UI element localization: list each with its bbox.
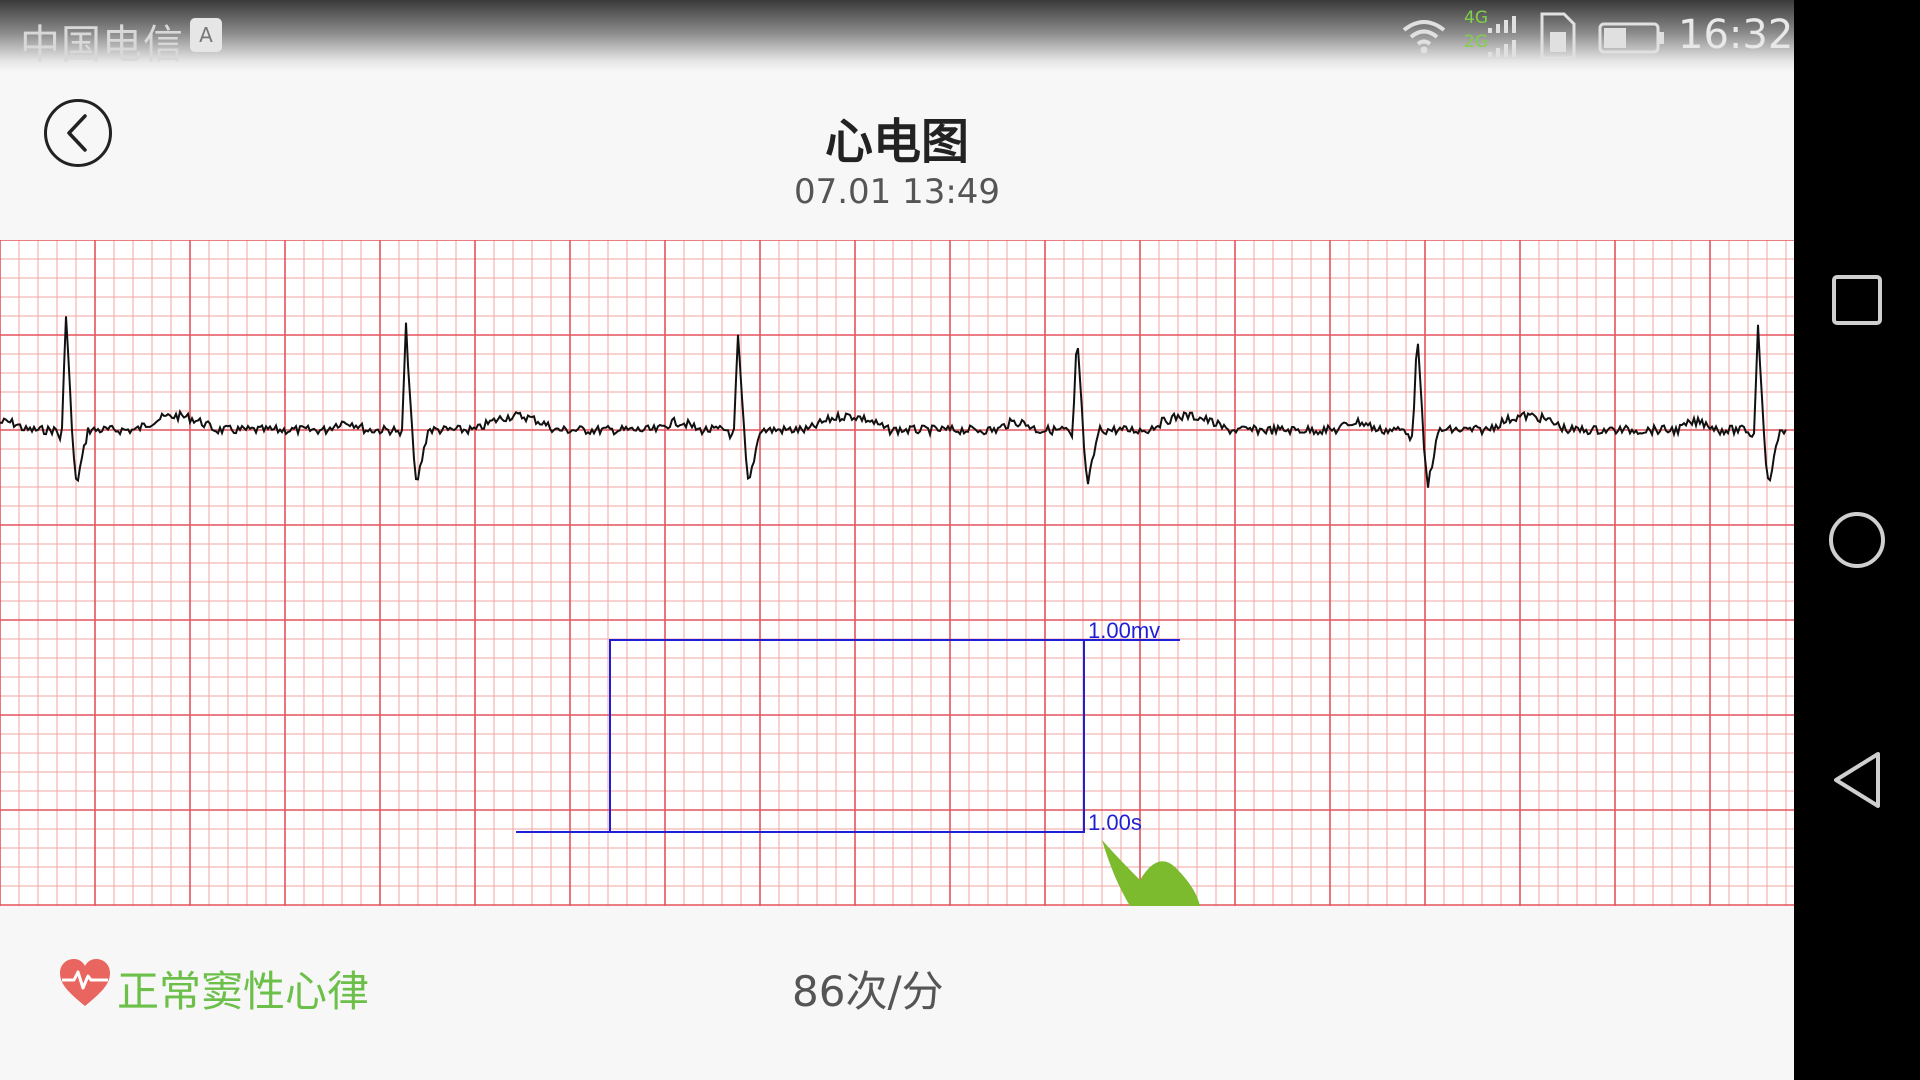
battery-icon: [1598, 22, 1664, 54]
ecg-grid-major: [0, 239, 1794, 906]
record-datetime: 07.01 13:49: [793, 172, 1001, 212]
system-nav-bar: [1794, 0, 1920, 1080]
heart-ecg-icon: [60, 959, 110, 1006]
home-circle-icon: [1829, 512, 1885, 568]
ecg-grid-minor: [0, 240, 1794, 906]
status-time: 16:32: [1678, 12, 1794, 58]
page-header: 心电图 07.01 13:49: [0, 72, 1794, 240]
wifi-icon: [1402, 20, 1446, 54]
ecg-svg: 1.00mv 1.00s: [0, 239, 1794, 906]
network-2g-label: 2G: [1464, 32, 1488, 52]
calibration-time-label: 1.00s: [1088, 810, 1142, 835]
back-triangle-icon: [1834, 752, 1880, 808]
keyboard-badge: A: [190, 18, 222, 52]
result-footer: 正常窦性心律 86次/分: [0, 906, 1794, 1080]
recents-square-icon: [1832, 275, 1882, 325]
home-button[interactable]: [1794, 490, 1920, 590]
nav-back-button[interactable]: [1794, 730, 1920, 830]
network-4g-label: 4G: [1464, 8, 1488, 28]
signal-icon: [1488, 16, 1516, 57]
ecg-chart: 1.00mv 1.00s: [0, 239, 1794, 906]
pointer-hand-icon: [1102, 840, 1200, 906]
carrier-name: 中国电信: [20, 22, 184, 68]
sim-card-icon: [1540, 12, 1576, 60]
heart-rate-value: 86次/分: [792, 967, 944, 1016]
rhythm-result: 正常窦性心律: [117, 967, 370, 1016]
calibration-box: 1.00mv 1.00s: [516, 618, 1180, 835]
calibration-voltage-label: 1.00mv: [1088, 618, 1160, 643]
status-bar: 中国电信 A 4G 2G 16:32: [0, 0, 1794, 72]
page-title: 心电图: [824, 114, 969, 170]
recents-button[interactable]: [1794, 250, 1920, 350]
